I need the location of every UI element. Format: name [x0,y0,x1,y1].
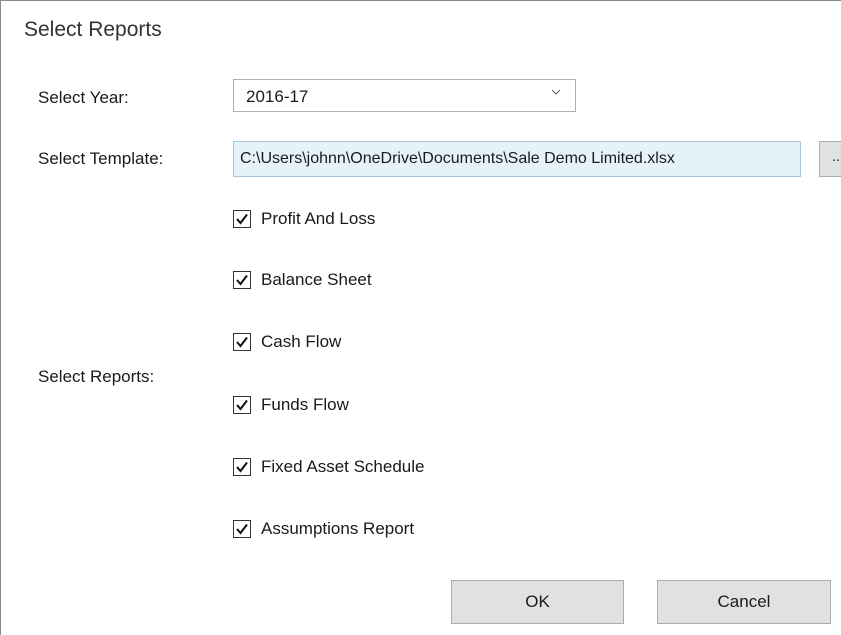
checkbox[interactable] [233,458,251,476]
year-dropdown[interactable]: 2016-17 [233,79,576,112]
report-label: Profit And Loss [261,209,376,228]
browse-button[interactable]: ... [819,141,841,177]
report-checkbox-assumptions-report[interactable]: Assumptions Report [233,517,414,541]
report-label: Fixed Asset Schedule [261,457,425,476]
template-path-input[interactable] [233,141,801,177]
checkmark-icon [236,461,248,473]
checkbox[interactable] [233,271,251,289]
year-dropdown-value: 2016-17 [246,87,309,106]
select-template-label: Select Template: [38,149,164,168]
cancel-button[interactable]: Cancel [657,580,831,624]
report-checkbox-profit-and-loss[interactable]: Profit And Loss [233,207,375,231]
report-checkbox-fixed-asset-schedule[interactable]: Fixed Asset Schedule [233,455,424,479]
checkmark-icon [236,399,248,411]
report-checkbox-balance-sheet[interactable]: Balance Sheet [233,268,372,292]
checkmark-icon [236,336,248,348]
report-label: Assumptions Report [261,519,415,538]
checkbox[interactable] [233,396,251,414]
report-label: Cash Flow [261,332,342,351]
dialog-title: Select Reports [24,18,162,41]
report-label: Funds Flow [261,395,349,414]
checkmark-icon [236,274,248,286]
checkbox[interactable] [233,520,251,538]
checkbox[interactable] [233,210,251,228]
checkmark-icon [236,213,248,225]
ok-button[interactable]: OK [451,580,624,624]
chevron-down-icon [551,86,561,100]
report-label: Balance Sheet [261,270,372,289]
checkmark-icon [236,523,248,535]
report-checkbox-funds-flow[interactable]: Funds Flow [233,393,349,417]
checkbox[interactable] [233,333,251,351]
select-year-label: Select Year: [38,88,129,107]
report-checkbox-cash-flow[interactable]: Cash Flow [233,330,341,354]
select-reports-label: Select Reports: [38,367,155,386]
